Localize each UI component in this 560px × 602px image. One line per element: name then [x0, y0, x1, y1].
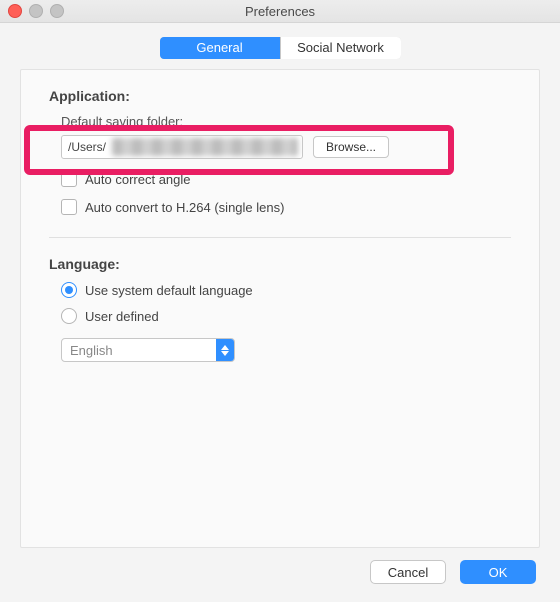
dialog-footer: Cancel OK — [0, 560, 560, 602]
section-divider — [49, 237, 511, 238]
system-default-row: Use system default language — [61, 282, 511, 298]
tab-social-network[interactable]: Social Network — [280, 37, 401, 59]
saving-folder-row: /Users/ Browse... — [61, 135, 511, 159]
preferences-panel: Application: Default saving folder: /Use… — [20, 69, 540, 548]
system-default-label: Use system default language — [85, 283, 253, 298]
browse-button[interactable]: Browse... — [313, 136, 389, 158]
language-dropdown[interactable]: English — [61, 338, 235, 362]
titlebar: Preferences — [0, 0, 560, 23]
user-defined-radio[interactable] — [61, 308, 77, 324]
auto-correct-checkbox[interactable] — [61, 171, 77, 187]
redacted-path — [112, 138, 298, 156]
default-saving-folder-label: Default saving folder: — [61, 114, 511, 129]
close-icon[interactable] — [8, 4, 22, 18]
user-defined-row: User defined — [61, 308, 511, 324]
auto-correct-label: Auto correct angle — [85, 172, 191, 187]
saving-folder-path: /Users/ — [68, 140, 106, 154]
application-heading: Application: — [49, 88, 511, 104]
language-heading: Language: — [49, 256, 511, 272]
preferences-window: Preferences General Social Network Appli… — [0, 0, 560, 602]
auto-convert-checkbox[interactable] — [61, 199, 77, 215]
saving-folder-field[interactable]: /Users/ — [61, 135, 303, 159]
window-controls — [8, 4, 64, 18]
auto-convert-row: Auto convert to H.264 (single lens) — [61, 199, 511, 215]
dropdown-stepper-icon — [216, 339, 234, 361]
zoom-icon[interactable] — [50, 4, 64, 18]
user-defined-label: User defined — [85, 309, 159, 324]
tabs-segmented: General Social Network — [160, 37, 401, 59]
ok-button[interactable]: OK — [460, 560, 536, 584]
auto-convert-label: Auto convert to H.264 (single lens) — [85, 200, 284, 215]
auto-correct-row: Auto correct angle — [61, 171, 511, 187]
cancel-button[interactable]: Cancel — [370, 560, 446, 584]
tab-general[interactable]: General — [160, 37, 280, 59]
language-dropdown-value: English — [62, 343, 216, 358]
window-title: Preferences — [245, 4, 315, 19]
system-default-radio[interactable] — [61, 282, 77, 298]
minimize-icon[interactable] — [29, 4, 43, 18]
tabs-row: General Social Network — [0, 23, 560, 69]
